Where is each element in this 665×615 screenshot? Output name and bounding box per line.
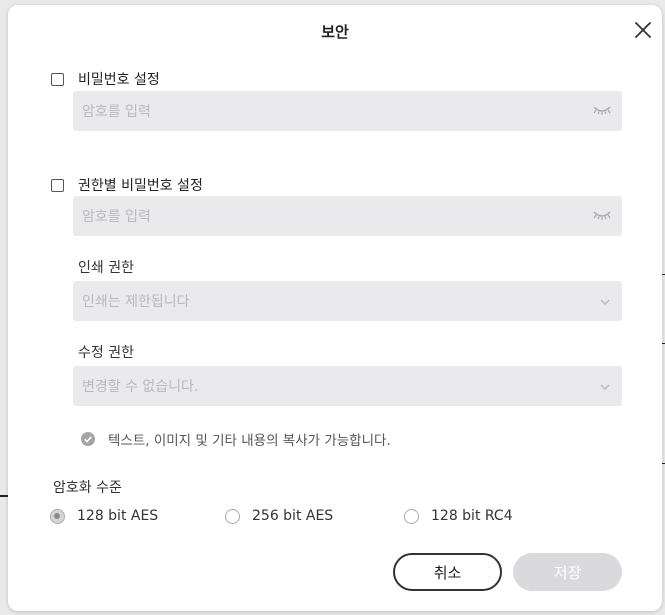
password-checkbox[interactable]	[51, 72, 64, 86]
permission-password-input[interactable]: 암호를 입력	[73, 196, 622, 236]
radio-label: 128 bit AES	[77, 508, 159, 524]
background-rule	[0, 495, 8, 497]
print-permission-label: 인쇄 권한	[78, 260, 134, 276]
print-permission-value: 인쇄는 제한됩니다	[82, 294, 190, 310]
permission-password-checkbox[interactable]	[51, 178, 64, 192]
edit-permission-label: 수정 권한	[78, 345, 134, 361]
security-dialog: 보안 비밀번호 설정 암호를 입력 권한별 비밀번호 설정 암호를 입력 인쇄 …	[8, 5, 662, 611]
chevron-down-icon	[599, 380, 611, 396]
permission-password-label: 권한별 비밀번호 설정	[78, 178, 203, 194]
radio-128-rc4[interactable]: 128 bit RC4	[404, 508, 513, 524]
radio-256-aes[interactable]: 256 bit AES	[225, 508, 333, 524]
encryption-label: 암호화 수준	[53, 480, 122, 496]
copy-note-text: 텍스트, 이미지 및 기타 내용의 복사가 가능합니다.	[108, 433, 391, 449]
check-circle-icon	[81, 432, 95, 446]
edit-permission-select[interactable]: 변경할 수 없습니다.	[73, 366, 622, 406]
radio-button[interactable]	[225, 508, 240, 524]
password-label: 비밀번호 설정	[78, 72, 160, 88]
radio-button[interactable]	[404, 508, 419, 524]
password-placeholder: 암호를 입력	[82, 104, 151, 120]
eye-closed-icon[interactable]	[593, 103, 611, 121]
radio-button[interactable]	[50, 508, 65, 524]
cancel-button[interactable]: 취소	[393, 553, 502, 591]
radio-label: 256 bit AES	[252, 508, 334, 524]
copy-permission-note: 텍스트, 이미지 및 기타 내용의 복사가 가능합니다.	[81, 429, 391, 449]
save-button[interactable]: 저장	[513, 553, 622, 591]
eye-closed-icon[interactable]	[593, 208, 611, 226]
password-option[interactable]: 비밀번호 설정	[51, 69, 160, 89]
radio-128-aes[interactable]: 128 bit AES	[50, 508, 158, 524]
edit-permission-value: 변경할 수 없습니다.	[82, 379, 199, 395]
permission-password-placeholder: 암호를 입력	[82, 209, 151, 225]
dialog-title: 보안	[321, 23, 349, 41]
print-permission-select[interactable]: 인쇄는 제한됩니다	[73, 281, 622, 321]
chevron-down-icon	[599, 295, 611, 311]
password-input[interactable]: 암호를 입력	[73, 91, 622, 131]
permission-password-option[interactable]: 권한별 비밀번호 설정	[51, 175, 203, 195]
close-icon[interactable]	[632, 19, 654, 41]
radio-label: 128 bit RC4	[431, 508, 513, 524]
